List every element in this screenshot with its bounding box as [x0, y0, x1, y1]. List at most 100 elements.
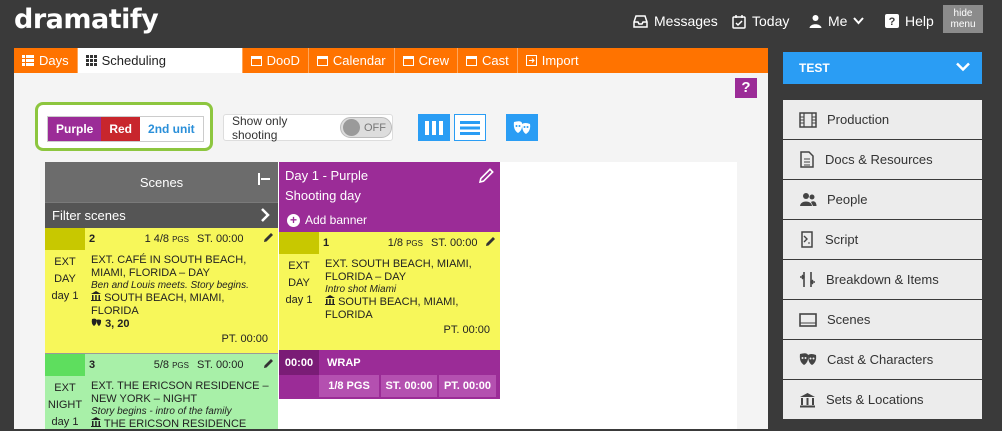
project-selector[interactable]: TEST	[783, 52, 982, 84]
sidebar-item-scenes[interactable]: Scenes	[783, 300, 982, 340]
sidebar-item-breakdown[interactable]: Breakdown & Items	[783, 260, 982, 300]
me-menu[interactable]: Me	[809, 13, 865, 29]
tab-bar: Days Scheduling DooD Calendar Crew Cast …	[14, 48, 768, 73]
pgs-label: PGS	[172, 235, 189, 244]
show-only-shooting-filter: Show only shooting OFF	[223, 114, 393, 142]
shooting-toggle[interactable]: OFF	[339, 117, 392, 138]
today-label: Today	[752, 13, 790, 29]
scene-pages-value: 1/8	[387, 237, 404, 249]
sidebar-item-people[interactable]: People	[783, 180, 982, 220]
sidebar-item-cast[interactable]: Cast & Characters	[783, 340, 982, 380]
sidebar-item-label: Cast & Characters	[827, 352, 934, 367]
project-name: TEST	[799, 61, 830, 75]
sidebar-item-production[interactable]: Production	[783, 100, 982, 140]
scene-number: 3	[89, 359, 96, 371]
pgs-label: PGS	[172, 361, 189, 370]
scene-heading: EXT. SOUTH BEACH, MIAMI, FLORIDA – DAY	[325, 258, 472, 283]
column-view-button[interactable]	[418, 114, 450, 141]
location-icon	[800, 392, 815, 407]
top-bar: dramatify Messages Today Me ? Help hide …	[0, 0, 1002, 45]
help-label: Help	[905, 13, 934, 29]
scene-heading: EXT. CAFÉ IN SOUTH BEACH, MIAMI, FLORIDA…	[91, 254, 247, 279]
help-question-button[interactable]: ?	[735, 78, 757, 98]
strip-details: EXT. THE ERICSON RESIDENCE – NEW YORK – …	[85, 376, 278, 431]
messages-label: Messages	[654, 13, 718, 29]
wrap-label: WRAP	[327, 356, 361, 369]
messages-link[interactable]: Messages	[633, 13, 718, 29]
wrap-totals: 1/8 PGS ST. 00:00 PT. 00:00	[319, 375, 496, 397]
sidebar-item-docs[interactable]: Docs & Resources	[783, 140, 982, 180]
tab-scheduling[interactable]: Scheduling	[77, 48, 243, 73]
calendar-icon	[250, 56, 262, 66]
strip-details: EXT. SOUTH BEACH, MIAMI, FLORIDA – DAY I…	[319, 254, 500, 322]
wrap-bar[interactable]: 00:00 WRAP 1/8 PGS ST. 00:00 PT. 00:00	[279, 350, 500, 399]
scene-start-time: ST. 00:00	[431, 237, 478, 249]
pencil-icon[interactable]	[485, 236, 496, 247]
strip-color-swatch	[45, 228, 85, 250]
day-title: Day 1 - Purple	[285, 168, 369, 183]
calendar-icon	[316, 56, 328, 66]
scene-pages: 5/8 PGS	[133, 359, 189, 371]
tab-import[interactable]: Import	[518, 48, 587, 73]
time-of-day: DAY	[54, 273, 76, 285]
int-ext: EXT	[54, 256, 76, 268]
inbox-icon	[633, 14, 648, 28]
scene-number: 1	[323, 237, 330, 249]
tab-import-label: Import	[541, 53, 579, 68]
collapse-icon[interactable]	[258, 172, 270, 186]
time-of-day: DAY	[288, 277, 310, 289]
unit-purple-button[interactable]: Purple	[48, 117, 102, 141]
strip-color-swatch	[45, 354, 85, 376]
row-view-button[interactable]	[454, 114, 486, 141]
tab-days[interactable]: Days	[14, 48, 78, 73]
sidebar-menu: Production Docs & Resources People Scrip…	[783, 100, 982, 420]
unit-red-button[interactable]: Red	[101, 117, 141, 141]
scene-pages-value: 1 4/8	[144, 233, 170, 245]
scene-strip[interactable]: 2 1 4/8 PGS ST. 00:00 EXT DAY day 1 EXT.…	[45, 228, 278, 354]
scene-synopsis: Ben and Louis meets. Story begins.	[91, 280, 249, 291]
filter-scenes-button[interactable]: Filter scenes	[45, 202, 278, 228]
help-link[interactable]: ? Help	[885, 13, 934, 29]
people-icon	[800, 193, 817, 206]
list-icon	[22, 55, 34, 66]
tab-crew[interactable]: Crew	[395, 48, 458, 73]
pencil-icon[interactable]	[479, 168, 494, 183]
pencil-icon[interactable]	[263, 358, 274, 369]
calendar-check-icon	[732, 14, 746, 29]
wrap-start-time: ST. 00:00	[381, 375, 437, 397]
wrap-header: 00:00 WRAP	[279, 350, 500, 375]
film-icon	[799, 111, 817, 128]
sidebar-item-label: People	[827, 192, 868, 207]
scene-strip[interactable]: 1 1/8 PGS ST. 00:00 EXT DAY day 1 EXT. S…	[279, 232, 500, 350]
sidebar-item-label: Script	[825, 232, 859, 247]
scene-prod-time: PT. 00:00	[221, 333, 268, 345]
scene-location: SOUTH BEACH, MIAMI, FLORIDA	[325, 295, 494, 322]
strip-header: 2 1 4/8 PGS ST. 00:00	[45, 228, 278, 250]
strip-meta: EXT NIGHT day 1	[45, 376, 85, 431]
day-header: Day 1 - Purple Shooting day + Add banner	[279, 162, 500, 232]
day-subtitle: Shooting day	[285, 188, 361, 203]
cast-view-button[interactable]	[506, 114, 538, 141]
hide-menu-button[interactable]: hide menu	[943, 5, 983, 33]
sidebar-item-script[interactable]: Script	[783, 220, 982, 260]
scene-heading: EXT. THE ERICSON RESIDENCE – NEW YORK – …	[91, 380, 269, 405]
app-logo[interactable]: dramatify	[14, 4, 159, 35]
today-link[interactable]: Today	[732, 13, 789, 29]
rows-icon	[460, 120, 480, 135]
add-banner-label: Add banner	[305, 213, 368, 227]
strip-meta: EXT DAY day 1	[279, 254, 319, 322]
strip-header: 3 5/8 PGS ST. 00:00	[45, 354, 278, 376]
tab-cast[interactable]: Cast	[458, 48, 518, 73]
tab-calendar[interactable]: Calendar	[309, 48, 395, 73]
sidebar-item-sets[interactable]: Sets & Locations	[783, 380, 982, 420]
add-banner-button[interactable]: + Add banner	[287, 213, 367, 227]
unit-2nd-button[interactable]: 2nd unit	[140, 117, 203, 141]
scene-pages: 1/8 PGS	[367, 237, 423, 249]
script-icon	[801, 231, 813, 248]
wrap-total-pages: 1/8 PGS	[319, 375, 379, 397]
scene-strip[interactable]: 3 5/8 PGS ST. 00:00 EXT NIGHT day 1 EXT.…	[45, 354, 278, 431]
time-of-day: NIGHT	[47, 399, 83, 411]
tab-dood[interactable]: DooD	[243, 48, 309, 73]
pencil-icon[interactable]	[263, 232, 274, 243]
chevron-down-icon	[853, 17, 865, 25]
